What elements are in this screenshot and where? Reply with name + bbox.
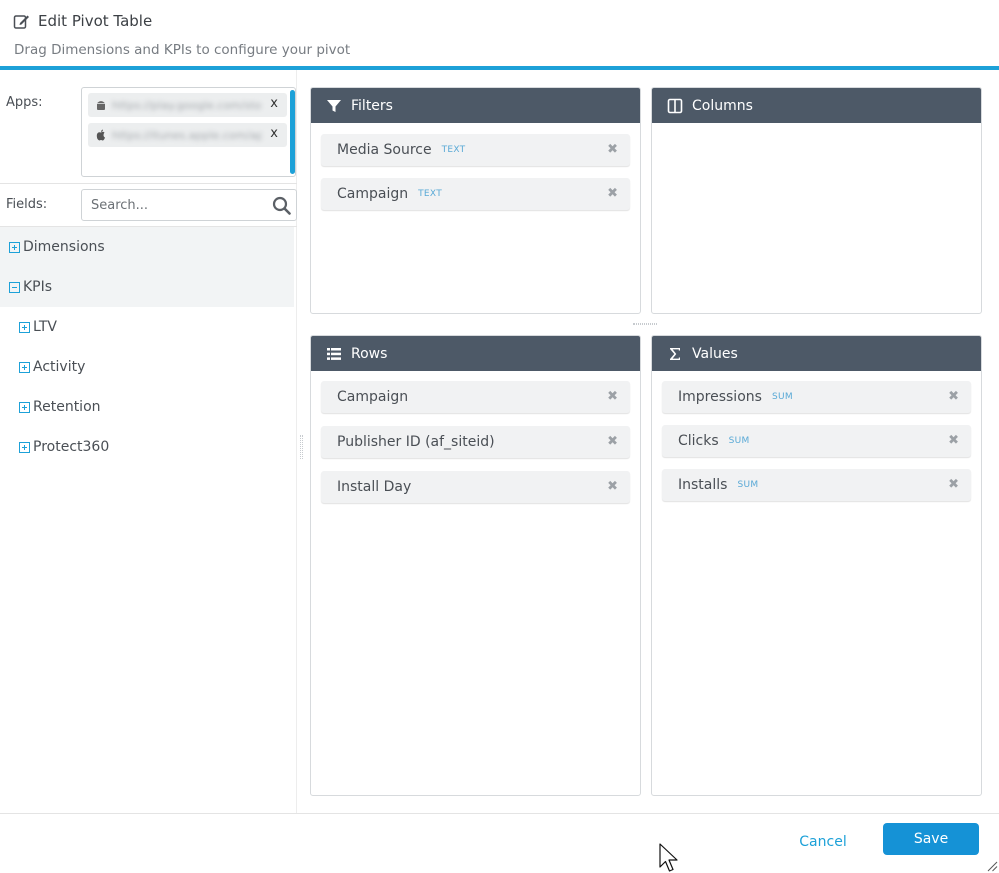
rows-zone-title: Rows: [351, 345, 388, 362]
columns-zone[interactable]: Columns: [651, 87, 982, 314]
title-row: Edit Pivot Table: [13, 12, 152, 30]
android-icon: [97, 101, 105, 110]
apps-row: Apps: https://play.google.com/store x ht…: [0, 70, 297, 184]
app-name: https://itunes.apple.com/app: [112, 128, 262, 142]
panel-resize-handle[interactable]: [300, 435, 303, 459]
pill-name: Campaign: [337, 389, 409, 405]
dialog-title: Edit Pivot Table: [38, 12, 153, 30]
tree-item-label: Dimensions: [23, 239, 105, 255]
filter-pill-campaign[interactable]: Campaign TEXT ✖: [321, 178, 630, 210]
tree-item-label: Retention: [33, 399, 101, 415]
columns-icon: [667, 98, 683, 113]
expand-icon[interactable]: [19, 321, 30, 333]
row-pill-install-day[interactable]: Install Day ✖: [321, 471, 630, 503]
apps-scrollbar[interactable]: [290, 90, 295, 174]
pill-name: Impressions: [678, 389, 762, 405]
columns-zone-title: Columns: [692, 97, 753, 114]
tree-item-activity[interactable]: Activity: [0, 347, 294, 387]
values-zone[interactable]: Values Impressions SUM ✖ Clicks SUM ✖ In…: [651, 335, 982, 796]
pill-name: Media Source: [337, 142, 432, 158]
value-pill-clicks[interactable]: Clicks SUM ✖: [662, 425, 971, 457]
tree-item-label: Activity: [33, 359, 86, 375]
pill-aggregation-tag: SUM: [728, 436, 750, 446]
dialog-subtitle: Drag Dimensions and KPIs to configure yo…: [14, 42, 351, 58]
row-pill-publisher-id[interactable]: Publisher ID (af_siteid) ✖: [321, 426, 630, 458]
pill-aggregation-tag: SUM: [737, 480, 759, 490]
cancel-button[interactable]: Cancel: [786, 826, 860, 858]
filters-zone-header: Filters: [311, 88, 640, 123]
tree-item-label: KPIs: [23, 279, 53, 295]
list-icon: [327, 347, 341, 360]
fields-panel: Apps: https://play.google.com/store x ht…: [0, 70, 297, 813]
values-zone-header: Values: [652, 336, 981, 371]
remove-pill-icon[interactable]: ✖: [607, 142, 618, 157]
save-button[interactable]: Save: [883, 823, 979, 855]
fields-row: Fields:: [0, 184, 297, 227]
search-box: [81, 189, 297, 221]
value-pill-impressions[interactable]: Impressions SUM ✖: [662, 381, 971, 413]
columns-zone-header: Columns: [652, 88, 981, 123]
remove-app-button[interactable]: x: [270, 96, 278, 111]
pill-type-tag: TEXT: [441, 145, 466, 155]
pill-type-tag: TEXT: [418, 189, 442, 199]
pill-aggregation-tag: SUM: [771, 392, 793, 402]
pill-name: Clicks: [678, 433, 719, 449]
tree-item-label: Protect360: [33, 439, 110, 455]
tree-item-dimensions[interactable]: Dimensions: [0, 227, 294, 267]
apps-label: Apps:: [6, 95, 43, 110]
fields-label: Fields:: [6, 197, 48, 212]
filter-icon: [327, 99, 341, 112]
pill-name: Installs: [678, 477, 728, 493]
tree-item-protect360[interactable]: Protect360: [0, 427, 294, 467]
expand-icon[interactable]: [19, 441, 30, 453]
tree-item-kpis[interactable]: KPIs: [0, 267, 294, 307]
apple-icon: [96, 129, 105, 141]
value-pill-installs[interactable]: Installs SUM ✖: [662, 469, 971, 501]
app-chip[interactable]: https://play.google.com/store x: [88, 93, 287, 117]
tree-item-ltv[interactable]: LTV: [0, 307, 294, 347]
values-zone-title: Values: [692, 345, 738, 362]
zone-splitter-handle[interactable]: [633, 323, 657, 325]
sigma-icon: [670, 347, 680, 360]
filters-zone[interactable]: Filters Media Source TEXT ✖ Campaign TEX…: [310, 87, 641, 314]
tree-item-retention[interactable]: Retention: [0, 387, 294, 427]
app-name: https://play.google.com/store: [112, 98, 262, 112]
remove-pill-icon[interactable]: ✖: [607, 186, 618, 201]
mouse-cursor-icon: [659, 843, 678, 872]
dialog-footer: Cancel Save: [0, 813, 999, 873]
pill-name: Install Day: [337, 479, 412, 495]
dialog-header: Edit Pivot Table Drag Dimensions and KPI…: [0, 0, 999, 70]
app-chip[interactable]: https://itunes.apple.com/app x: [88, 123, 287, 147]
row-pill-campaign[interactable]: Campaign ✖: [321, 381, 630, 413]
apps-selector[interactable]: https://play.google.com/store x https://…: [81, 87, 296, 177]
expand-icon[interactable]: [9, 241, 20, 253]
pill-name: Publisher ID (af_siteid): [337, 434, 495, 450]
remove-pill-icon[interactable]: ✖: [948, 433, 959, 448]
expand-icon[interactable]: [19, 401, 30, 413]
expand-icon[interactable]: [19, 361, 30, 373]
resize-grip-icon[interactable]: [986, 860, 998, 872]
search-icon[interactable]: [272, 196, 291, 215]
remove-pill-icon[interactable]: ✖: [948, 477, 959, 492]
rows-zone[interactable]: Rows Campaign ✖ Publisher ID (af_siteid)…: [310, 335, 641, 796]
collapse-icon[interactable]: [9, 281, 20, 293]
remove-pill-icon[interactable]: ✖: [607, 479, 618, 494]
filters-zone-title: Filters: [351, 97, 393, 114]
tree-item-label: LTV: [33, 319, 58, 335]
remove-pill-icon[interactable]: ✖: [948, 389, 959, 404]
filter-pill-media-source[interactable]: Media Source TEXT ✖: [321, 134, 630, 166]
remove-pill-icon[interactable]: ✖: [607, 434, 618, 449]
remove-pill-icon[interactable]: ✖: [607, 389, 618, 404]
search-input[interactable]: [91, 195, 266, 215]
remove-app-button[interactable]: x: [270, 126, 278, 141]
rows-zone-header: Rows: [311, 336, 640, 371]
edit-icon: [13, 14, 29, 29]
pill-name: Campaign: [337, 186, 409, 202]
